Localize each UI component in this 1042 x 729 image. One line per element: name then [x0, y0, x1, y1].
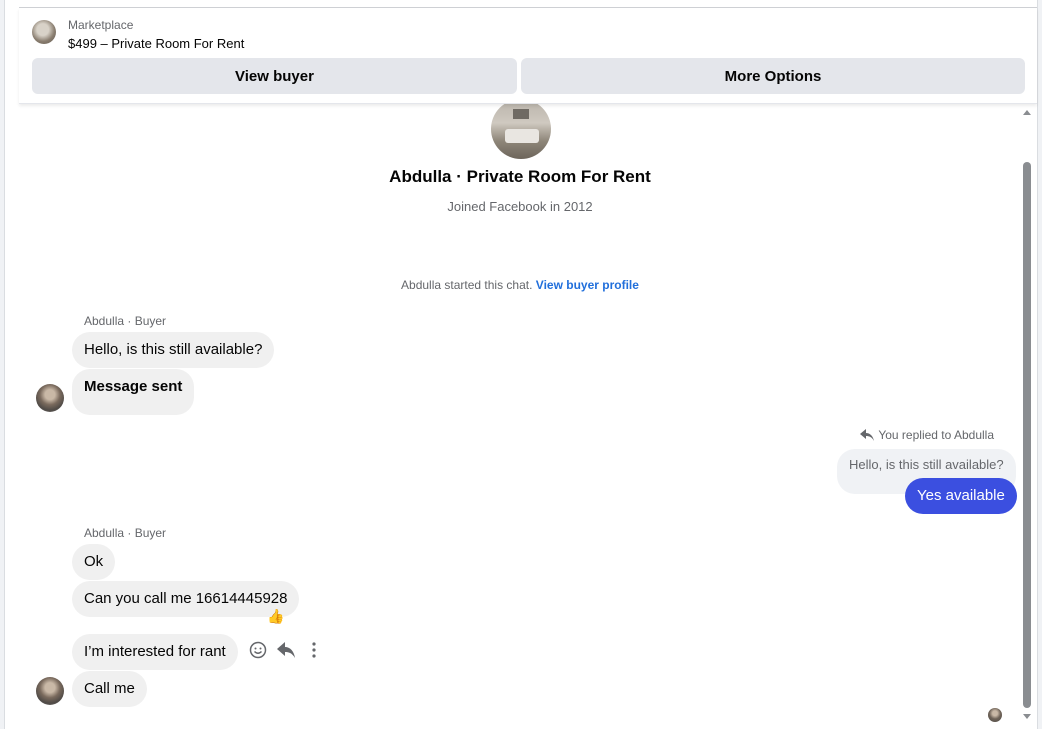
message-bubble[interactable]: Hello, is this still available?: [72, 332, 275, 368]
sender-label: Abdulla · Buyer: [84, 314, 167, 328]
sender-label: Abdulla · Buyer: [84, 526, 167, 540]
message-bubble[interactable]: I’m interested for rant: [72, 634, 238, 670]
listing-kicker: Marketplace: [68, 18, 134, 32]
reply-note: You replied to Abdulla: [860, 428, 994, 442]
listing-thumbnail[interactable]: [32, 20, 56, 44]
more-options-button[interactable]: More Options: [521, 58, 1025, 94]
reply-note-text: You replied to Abdulla: [878, 428, 994, 442]
listing-title[interactable]: $499 – Private Room For Rent: [68, 36, 244, 51]
avatar[interactable]: [36, 384, 64, 412]
avatar[interactable]: [36, 677, 64, 705]
profile-name: Abdulla · Private Room For Rent: [389, 167, 651, 186]
photo-detail: [513, 109, 529, 119]
message-bubble[interactable]: Ok: [72, 544, 116, 580]
scroll-thumb[interactable]: [1023, 162, 1031, 708]
thumbs-up-reaction[interactable]: 👍: [267, 608, 284, 625]
read-receipt-avatar: [988, 708, 1002, 722]
chat-start-notice: Abdulla started this chat. View buyer pr…: [20, 278, 1020, 292]
message-actions: [248, 638, 324, 662]
photo-detail: [505, 129, 539, 143]
buyer-profile-photo[interactable]: [491, 104, 551, 159]
view-buyer-profile-link[interactable]: View buyer profile: [536, 278, 639, 292]
message-bubble[interactable]: Call me: [72, 671, 147, 707]
scroll-down-arrow[interactable]: [1023, 714, 1031, 719]
outgoing-message-bubble[interactable]: Yes available: [905, 478, 1017, 514]
reply-icon[interactable]: [276, 638, 296, 662]
message-bubble[interactable]: Message sent: [72, 369, 195, 415]
scrollbar[interactable]: [1020, 104, 1034, 729]
profile-joined: Joined Facebook in 2012: [447, 199, 593, 214]
marketplace-header: Marketplace $499 – Private Room For Rent…: [19, 8, 1037, 104]
message-thread[interactable]: Abdulla · Private Room For Rent Joined F…: [20, 104, 1020, 729]
chat-start-text: Abdulla started this chat.: [401, 278, 533, 292]
view-buyer-button[interactable]: View buyer: [32, 58, 517, 94]
message-bubble[interactable]: Can you call me 16614445928: [72, 581, 300, 617]
scroll-up-arrow[interactable]: [1023, 110, 1031, 115]
reply-icon: [860, 429, 875, 441]
more-vertical-icon[interactable]: [304, 638, 324, 662]
emoji-icon[interactable]: [248, 638, 268, 662]
